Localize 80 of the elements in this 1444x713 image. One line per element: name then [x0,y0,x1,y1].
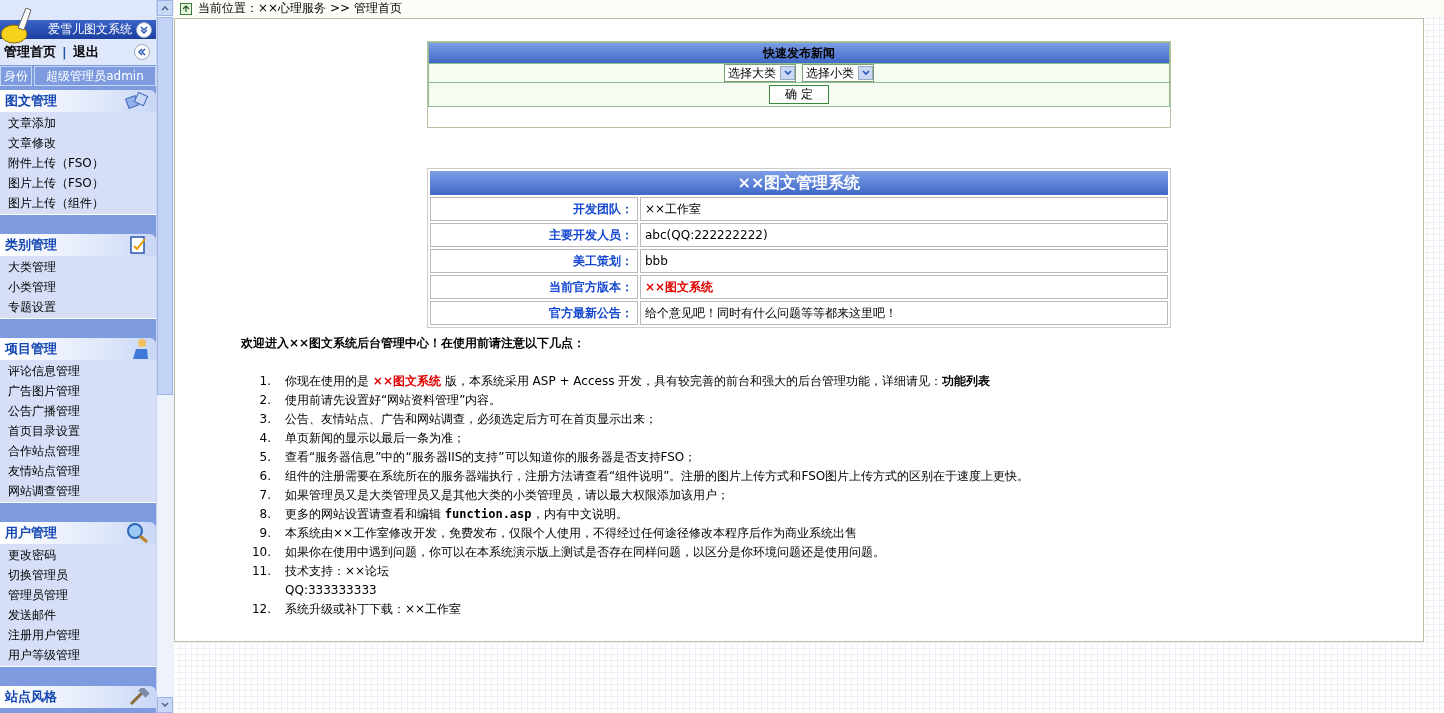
menu-item[interactable]: 广告图片管理 [0,381,156,401]
field-label: 开发团队： [430,197,638,221]
scroll-up-icon[interactable] [157,0,173,16]
person-icon [130,338,150,360]
list-note: QQ:333333333 [285,582,378,599]
list-number: 6. [258,468,271,485]
logo-icon [0,4,34,44]
separator: | [62,44,67,60]
field-label: 当前官方版本： [430,275,638,299]
menu-item[interactable]: 图片上传（FSO） [0,173,156,193]
list-text: 查看“服务器信息”中的“服务器IIS的支持”可以知道你的服务器是否支持FSO； [285,449,697,466]
scrollbar-thumb[interactable] [157,17,173,395]
menu-item[interactable]: 发送邮件 [0,605,156,625]
hammer-icon [128,688,150,706]
menu-item[interactable]: 文章修改 [0,133,156,153]
list-number: 1. [258,373,271,390]
list-text: 你现在使用的是 ××图文系统 版，本系统采用 ASP + Access 开发，具有较完善的前台和强大的后台管理功能，详细请见：功能列表 [285,373,991,390]
list-number: 7. [258,487,271,504]
identity-value: 超级管理员admin [34,66,156,86]
list-number: 8. [258,506,271,523]
scroll-down-icon[interactable] [157,697,173,713]
field-value: ××图文系统 [640,275,1168,299]
list-text: 技术支持：××论坛 [285,563,390,580]
confirm-button[interactable]: 确 定 [769,85,829,104]
identity-label: 身份 [0,66,32,86]
list-text: 如果你在使用中遇到问题，你可以在本系统演示版上测试是否存在同样问题，以区分是你环境问题还是使用问题。 [285,544,885,561]
category-select[interactable]: 选择小类 [802,64,874,82]
list-text: 组件的注册需要在系统所在的服务器端执行，注册方法请查看“组件说明”。注册的图片上传方式和FSO图片上传方式的区别在于速度上更快。 [285,468,1030,485]
list-text: 如果管理员又是大类管理员又是其他大类的小类管理员，请以最大权限添加该用户； [285,487,729,504]
menu-item[interactable]: 评论信息管理 [0,361,156,381]
list-number: 12. [250,601,271,618]
nav-link[interactable]: 管理首页 [4,43,56,61]
welcome-heading: 欢迎进入××图文系统后台管理中心！在使用前请注意以下几点： [241,335,587,352]
cubes-icon [124,91,150,111]
list-number: 9. [258,525,271,542]
field-value: bbb [640,249,1168,273]
list-number: 10. [250,544,271,561]
menu-item[interactable]: 图片上传（组件） [0,193,156,213]
collapse-icon[interactable] [134,44,150,60]
list-text: 公告、友情站点、广告和网站调查，必须选定后方可在首页显示出来； [285,411,657,428]
category-select[interactable]: 选择大类 [724,64,796,82]
field-value: abc(QQ:222222222) [640,223,1168,247]
menu-item[interactable]: 大类管理 [0,257,156,277]
nav-link[interactable]: 退出 [72,43,99,61]
menu-item[interactable]: 注册用户管理 [0,625,156,645]
field-label: 主要开发人员： [430,223,638,247]
menu-item[interactable]: 专题设置 [0,297,156,317]
menu-item[interactable]: 网站调查管理 [0,481,156,501]
menu-item[interactable]: 更改密码 [0,545,156,565]
list-number: 11. [250,563,271,580]
search-icon [126,522,150,544]
list-number: 3. [258,411,271,428]
menu-item[interactable]: 管理员管理 [0,585,156,605]
menu-item[interactable]: 小类管理 [0,277,156,297]
list-text: 更多的网站设置请查看和编辑 function.asp，内有中文说明。 [285,506,628,523]
menu-item[interactable]: 用户等级管理 [0,645,156,665]
list-number: 5. [258,449,271,466]
list-text: 系统升级或补丁下载：××工作室 [285,601,462,618]
menu-item[interactable]: 附件上传（FSO） [0,153,156,173]
logo-title: 爱雪儿图文系统 [48,21,132,38]
list-text: 本系统由××工作室修改开发，免费发布，仅限个人使用，不得经过任何途径修改本程序后作为商业系统出售 [285,525,858,542]
form-title: 快速发布新闻 [428,42,1170,64]
menu-item[interactable]: 首页目录设置 [0,421,156,441]
breadcrumb: 当前位置：××心理服务 >> 管理首页 [198,0,402,17]
menu-item[interactable]: 公告广播管理 [0,401,156,421]
field-value: ××工作室 [640,197,1168,221]
list-number: 2. [258,392,271,409]
menu-item[interactable]: 文章添加 [0,113,156,133]
field-label: 官方最新公告： [430,301,638,325]
list-text: 使用前请先设置好“网站资料管理”内容。 [285,392,502,409]
list-text: 单页新闻的显示以最后一条为准； [285,430,465,447]
expand-icon[interactable] [136,21,152,38]
menu-item[interactable]: 合作站点管理 [0,441,156,461]
menu-item[interactable]: 友情站点管理 [0,461,156,481]
menu-item[interactable]: 切换管理员 [0,565,156,585]
field-value: 给个意见吧！同时有什么问题等等都来这里吧！ [640,301,1168,325]
table-title: ××图文管理系统 [430,171,1168,195]
list-number: 4. [258,430,271,447]
field-label: 美工策划： [430,249,638,273]
up-arrow-icon[interactable] [180,2,192,15]
